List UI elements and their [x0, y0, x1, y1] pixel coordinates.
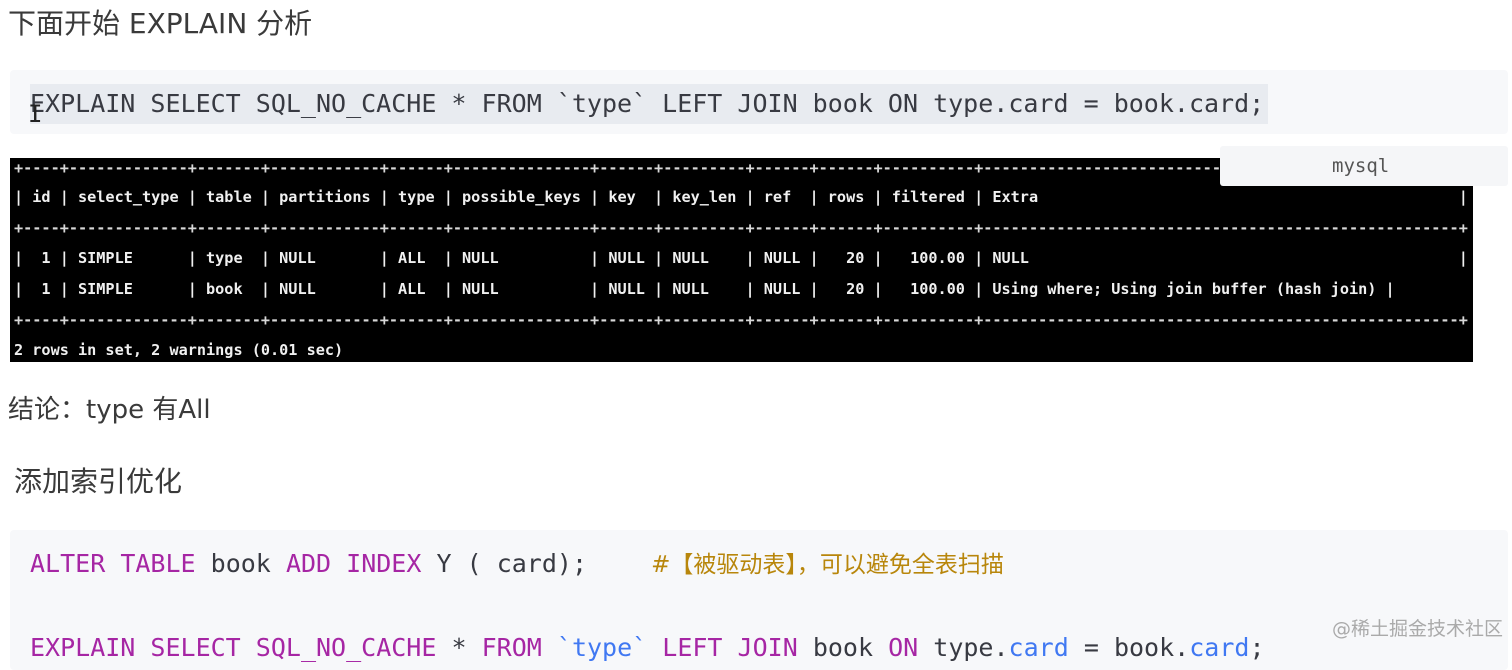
text-cursor-icon: I: [28, 100, 43, 128]
watermark: @稀土掘金技术社区: [1332, 618, 1504, 640]
code-line-explain-query[interactable]: EXPLAIN SELECT SQL_NO_CACHE * FROM `type…: [30, 84, 1269, 124]
terminal-output: +----+-------------+-------+------------…: [10, 158, 1473, 362]
sql-keyword: ALTER: [30, 549, 106, 578]
sql-keyword: INDEX: [346, 549, 422, 578]
sql-keyword: TABLE: [120, 549, 196, 578]
table-border-bottom: +----+-------------+-------+------------…: [14, 311, 1468, 329]
code-line-alter[interactable]: ALTER TABLE book ADD INDEX Y ( card); #【…: [30, 544, 1004, 585]
code-line-explain-query-2[interactable]: EXPLAIN SELECT SQL_NO_CACHE * FROM `type…: [30, 628, 1265, 668]
code-language-label: mysql: [1332, 155, 1390, 177]
conclusion-text: 结论：type 有All: [8, 395, 211, 425]
sql-keyword: ADD: [285, 549, 332, 578]
section-heading-explain: 下面开始 EXPLAIN 分析: [8, 7, 313, 40]
section-heading-index: 添加索引优化: [14, 465, 183, 498]
table-row: | 1 | SIMPLE | book | NULL | ALL | NULL …: [14, 280, 1395, 298]
query-result-summary: 2 rows in set, 2 warnings (0.01 sec): [14, 341, 344, 359]
sql-comment: #【被驱动表】，可以避免全表扫描: [651, 552, 1004, 578]
sql-identifier: Y ( card);: [436, 549, 587, 578]
table-border-mid: +----+-------------+-------+------------…: [14, 219, 1468, 237]
table-header-row: | id | select_type | table | partitions …: [14, 188, 1468, 206]
sql-identifier: book: [210, 549, 271, 578]
table-row: | 1 | SIMPLE | type | NULL | ALL | NULL …: [14, 249, 1468, 267]
